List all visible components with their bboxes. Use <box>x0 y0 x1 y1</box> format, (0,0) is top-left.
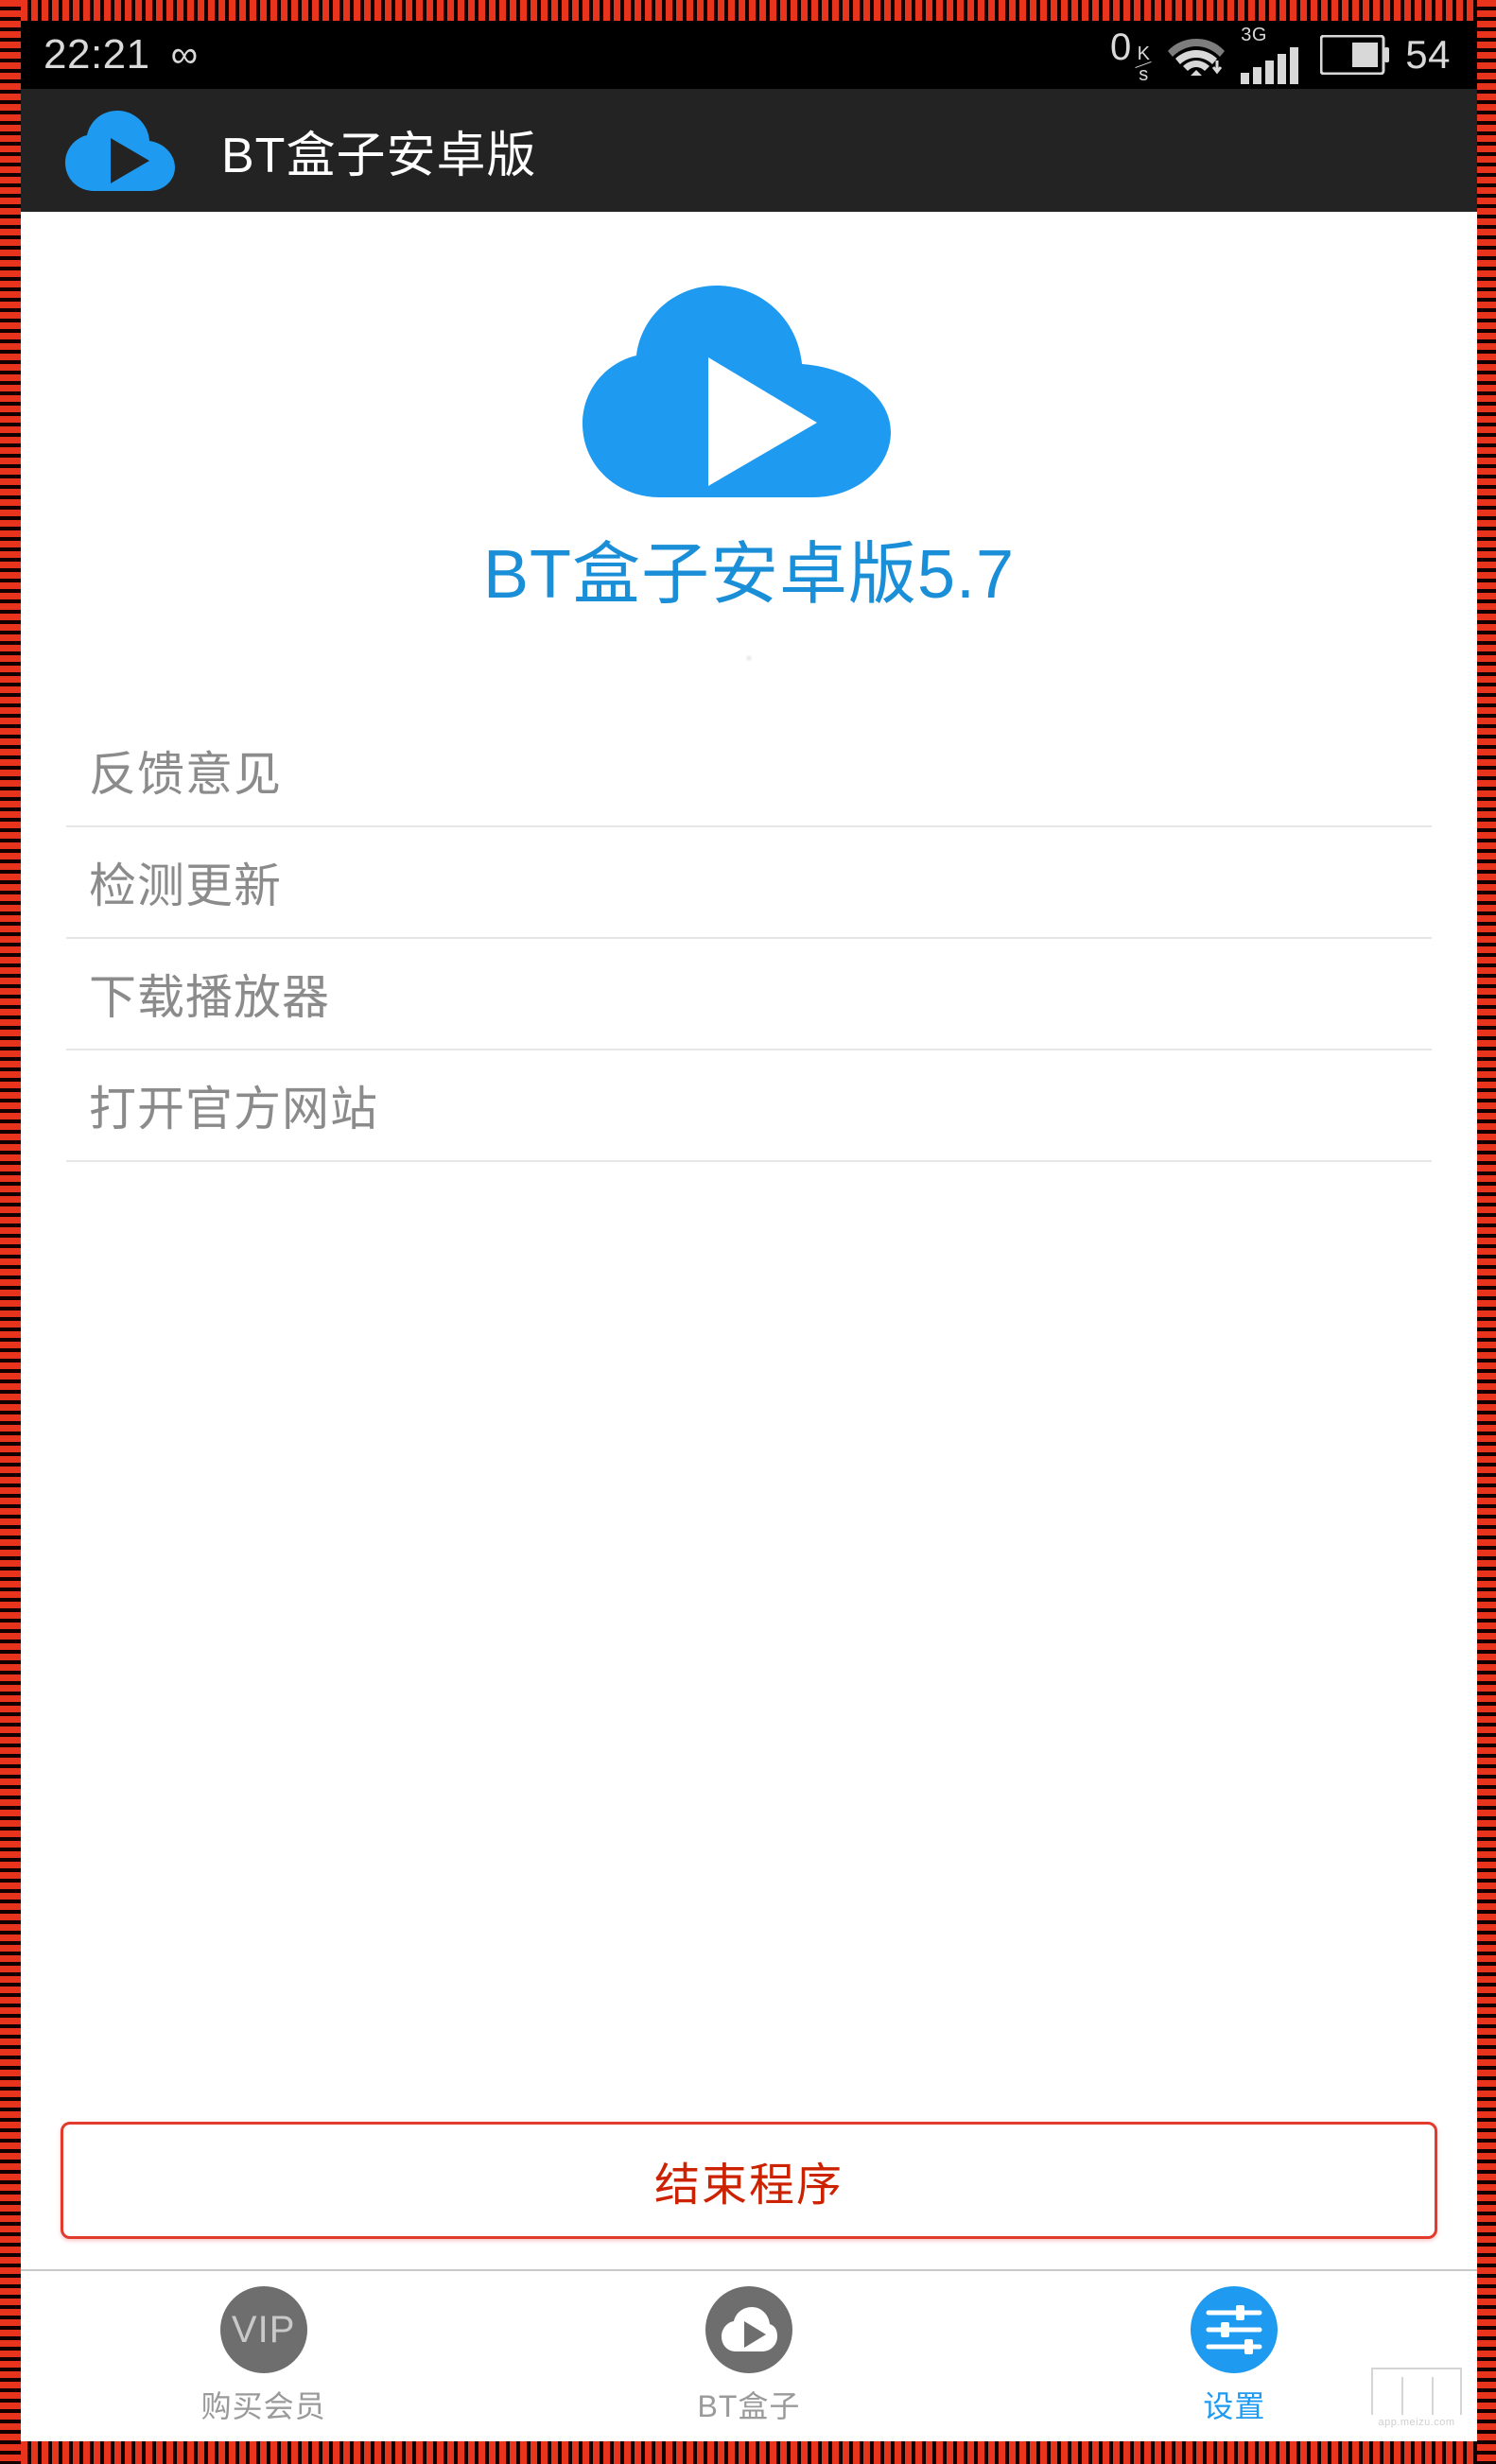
decorative-border-top <box>0 0 1496 21</box>
app-logo-block: BT盒子安卓版5.7 <box>21 212 1477 661</box>
phone-screen: 22:21 ∞ 0 K s 3G 54 BT盒子安卓版 BT盒子安卓版5.7 反… <box>21 21 1477 2441</box>
list-item-download-player[interactable]: 下载播放器 <box>66 939 1432 1050</box>
list-item-feedback[interactable]: 反馈意见 <box>66 716 1432 827</box>
bottom-navigation-bar: VIP 购买会员 BT盒子 设置 app.meizu.com <box>21 2269 1477 2441</box>
decorative-dot <box>746 655 752 661</box>
network-speed-unit-numerator: K <box>1137 43 1150 64</box>
battery-icon <box>1320 35 1390 75</box>
battery-percent-label: 54 <box>1405 32 1451 77</box>
wifi-download-icon <box>1167 32 1226 78</box>
app-header-bar: BT盒子安卓版 <box>21 89 1477 212</box>
decorative-border-right <box>1477 0 1496 2464</box>
nav-label: 购买会员 <box>200 2389 326 2423</box>
vip-icon-text: VIP <box>231 2308 296 2351</box>
status-clock: 22:21 <box>43 31 150 78</box>
app-version-title: BT盒子安卓版5.7 <box>482 537 1016 613</box>
watermark-mark <box>1371 2368 1462 2415</box>
main-content: BT盒子安卓版5.7 反馈意见 检测更新 下载播放器 打开官方网站 结束程序 V… <box>21 212 1477 2441</box>
list-item-label: 下载播放器 <box>89 971 330 1024</box>
list-item-label: 打开官方网站 <box>89 1083 378 1136</box>
cloud-play-logo-large-icon <box>579 284 919 501</box>
meizu-logo-icon: app.meizu.com <box>1367 2356 1466 2428</box>
list-item-check-update[interactable]: 检测更新 <box>66 827 1432 939</box>
decorative-border-left <box>0 0 21 2464</box>
network-speed-value: 0 <box>1110 26 1132 68</box>
status-bar-right: 0 K s 3G 54 <box>1110 26 1451 84</box>
nav-item-buy-vip[interactable]: VIP 购买会员 <box>21 2271 506 2441</box>
settings-list: 反馈意见 检测更新 下载播放器 打开官方网站 <box>21 716 1477 1162</box>
list-item-open-official-website[interactable]: 打开官方网站 <box>66 1050 1432 1162</box>
signal-network-type: 3G <box>1241 25 1267 45</box>
app-title: BT盒子安卓版 <box>221 128 537 183</box>
cloud-play-logo-icon <box>62 108 178 193</box>
exit-program-label: 结束程序 <box>653 2160 844 2211</box>
nav-label: BT盒子 <box>697 2389 801 2423</box>
signal-bars-icon: 3G <box>1241 26 1305 84</box>
status-bar: 22:21 ∞ 0 K s 3G 54 <box>21 21 1477 89</box>
exit-program-button[interactable]: 结束程序 <box>61 2122 1437 2239</box>
nav-label: 设置 <box>1203 2389 1266 2423</box>
settings-sliders-icon <box>1191 2286 1279 2373</box>
cloud-play-icon <box>705 2286 792 2373</box>
network-speed-unit-denominator: s <box>1139 63 1149 85</box>
decorative-border-bottom <box>0 2441 1496 2464</box>
status-bar-left: 22:21 ∞ <box>43 31 198 78</box>
network-speed-indicator: 0 K s <box>1110 26 1152 84</box>
infinity-icon: ∞ <box>170 34 199 76</box>
list-item-label: 检测更新 <box>89 859 282 912</box>
screenshot-frame: 22:21 ∞ 0 K s 3G 54 BT盒子安卓版 BT盒子安卓版5.7 反… <box>0 0 1496 2464</box>
vip-badge-icon: VIP <box>219 2286 307 2373</box>
list-item-label: 反馈意见 <box>89 748 282 801</box>
nav-item-bt-box[interactable]: BT盒子 <box>506 2271 991 2441</box>
watermark-text: app.meizu.com <box>1378 2417 1455 2428</box>
